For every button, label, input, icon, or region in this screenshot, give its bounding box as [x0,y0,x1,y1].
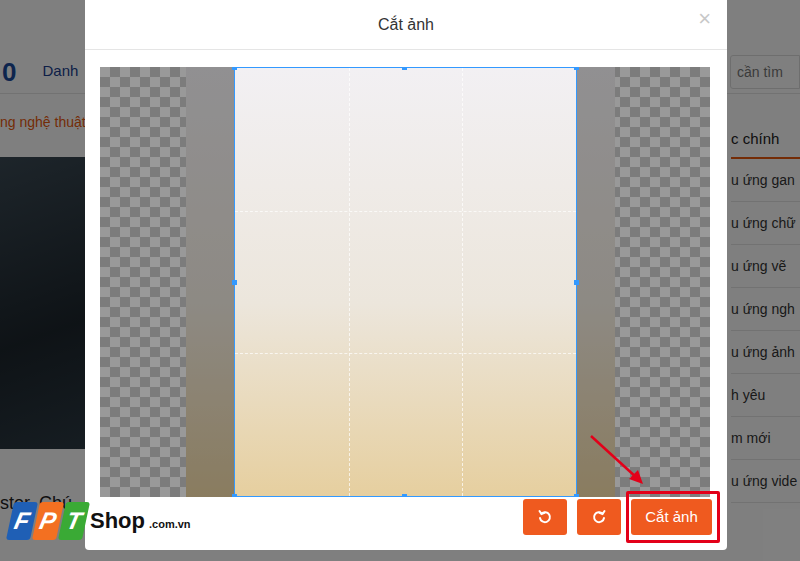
watermark-domain: .com.vn [149,516,191,533]
rotate-left-icon [537,509,553,525]
button-wrapper [523,499,567,535]
crop-box[interactable] [234,67,577,497]
resize-handle[interactable] [232,67,237,70]
close-button[interactable]: × [698,8,711,30]
button-wrapper [577,499,621,535]
dialog-title: Cắt ảnh [378,13,434,37]
arrow-icon [585,430,649,490]
resize-handle[interactable] [574,280,579,285]
resize-handle[interactable] [574,494,579,497]
resize-handle[interactable] [402,67,407,70]
fpt-shop-watermark: FPT Shop .com.vn [10,502,191,540]
crop-dialog: Cắt ảnh × Cắt ảnh [85,0,727,550]
rotate-left-button[interactable] [523,499,567,535]
highlight-box [626,491,720,543]
crop-button-label: Cắt ảnh [645,506,698,529]
button-wrapper: Cắt ảnh [631,499,712,535]
resize-handle[interactable] [574,67,579,70]
crop-canvas[interactable] [100,67,710,497]
resize-handle[interactable] [232,494,237,497]
rotate-right-icon [591,509,607,525]
crop-button[interactable]: Cắt ảnh [631,499,712,535]
resize-handle[interactable] [232,280,237,285]
watermark-shop: Shop [90,510,145,532]
rotate-right-button[interactable] [577,499,621,535]
resize-handle[interactable] [402,494,407,497]
